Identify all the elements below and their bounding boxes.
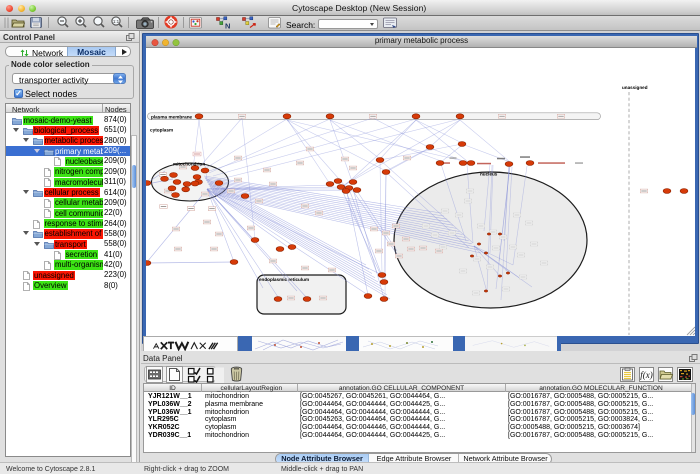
- svg-text:plasma membrane: plasma membrane: [151, 115, 193, 120]
- svg-text:N: N: [225, 21, 230, 30]
- svg-text:f(x): f(x): [640, 370, 653, 380]
- svg-text:unassigned: unassigned: [622, 85, 648, 90]
- svg-text:cytoplasm: cytoplasm: [150, 128, 173, 133]
- svg-text:1:1: 1:1: [113, 19, 120, 24]
- svg-text:endoplasmic reticulum: endoplasmic reticulum: [259, 277, 309, 282]
- svg-text:nucleus: nucleus: [480, 172, 498, 177]
- svg-text:mitochondrion: mitochondrion: [173, 162, 205, 167]
